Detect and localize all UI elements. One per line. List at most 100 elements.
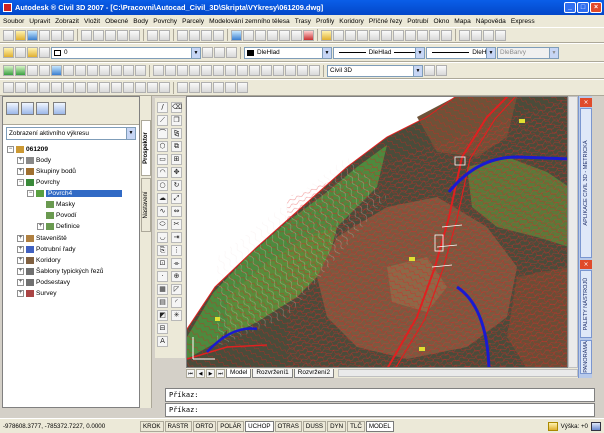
dim-edit-icon[interactable] [177, 82, 188, 93]
palette-preview-icon[interactable] [21, 102, 34, 115]
line-by-bearing-icon[interactable] [153, 65, 164, 76]
ordinate-icon[interactable] [39, 82, 50, 93]
toggle-duss[interactable]: DUSS [302, 420, 327, 432]
ellipse-arc-icon[interactable]: ◡ [157, 232, 168, 243]
layer-on-icon[interactable] [15, 47, 26, 58]
color-combo[interactable]: DleHlad ▼ [244, 46, 332, 59]
profile-view-icon[interactable] [75, 65, 86, 76]
break-icon[interactable]: ⌯ [171, 258, 182, 269]
menu-mapa[interactable]: Mapa [454, 18, 471, 25]
zoom-window-icon[interactable] [201, 29, 212, 41]
make-current-icon[interactable] [202, 47, 213, 58]
tree-item-koridory[interactable]: + Koridory [17, 255, 61, 265]
tab-rozvrzeni2[interactable]: Rozvržení2 [293, 368, 335, 378]
expand-icon[interactable]: + [17, 245, 24, 253]
insert-block-icon[interactable]: ⎘ [157, 245, 168, 256]
menu-koridory[interactable]: Koridory [339, 18, 364, 25]
stretch-icon[interactable]: ⇔ [171, 206, 182, 217]
sheet-set-icon[interactable] [267, 29, 278, 41]
chamfer-icon[interactable]: ◸ [171, 284, 182, 295]
minimize-button[interactable]: _ [564, 2, 576, 13]
tab-palety-nastroju[interactable]: PALETY NÁSTROJŮ [580, 270, 592, 338]
communication-center-icon[interactable] [547, 421, 558, 431]
layer-padlock-icon[interactable] [39, 47, 50, 58]
expand-icon[interactable]: + [17, 278, 24, 286]
menu-potrubi[interactable]: Potrubí [407, 18, 428, 25]
pipe-network-icon[interactable] [135, 65, 146, 76]
toggle-rastr[interactable]: RASTR [164, 420, 192, 432]
extend-icon[interactable]: ⇥ [171, 232, 182, 243]
erase-icon[interactable]: ⌫ [171, 102, 182, 113]
layer-isolate-icon[interactable] [357, 29, 368, 41]
menu-profily[interactable]: Profily [316, 18, 334, 25]
tab-rozvrzeni1[interactable]: Rozvržení1 [252, 368, 293, 378]
menu-pricne-rezy[interactable]: Příčné řezy [369, 18, 402, 25]
toggle-uchop[interactable]: UCHOP [245, 420, 274, 432]
table-style-icon[interactable] [483, 29, 494, 41]
tree-item-povrchy[interactable]: − Povrchy [17, 177, 60, 187]
grading-icon[interactable] [39, 65, 50, 76]
block-editor-icon[interactable] [129, 29, 140, 41]
polyline-icon[interactable]: ⌒ [157, 128, 168, 139]
linetype-combo[interactable]: DleHlad ▼ [333, 46, 425, 59]
layer-delete-icon[interactable] [441, 29, 452, 41]
station-offset-icon[interactable] [201, 65, 212, 76]
expand-icon[interactable]: + [37, 222, 44, 230]
tree-item-povrch4[interactable]: − Povrch4 [27, 188, 123, 198]
drawing-viewport[interactable] [186, 96, 568, 368]
tool-palettes-icon[interactable] [255, 29, 266, 41]
latitude-longitude-icon[interactable] [237, 65, 248, 76]
tree-item-potrubni-rady[interactable]: + Potrubní řady [17, 244, 76, 254]
corridor-icon[interactable] [87, 65, 98, 76]
surface-icon[interactable] [15, 65, 26, 76]
transparent-commands-icon[interactable] [189, 65, 200, 76]
explode-icon[interactable]: ✳ [171, 310, 182, 321]
ellipse-icon[interactable]: ⬭ [157, 219, 168, 230]
expand-icon[interactable]: + [17, 267, 24, 275]
side-shot-icon[interactable] [273, 65, 284, 76]
toggle-model[interactable]: MODEL [365, 420, 394, 432]
workspace-settings-icon[interactable] [424, 65, 435, 76]
vertical-scrollbar[interactable] [568, 96, 578, 368]
workspace-save-icon[interactable] [436, 65, 447, 76]
open-icon[interactable] [15, 29, 26, 41]
continue-icon[interactable] [123, 82, 134, 93]
status-tray-icon[interactable] [591, 421, 601, 431]
tree-item-survey[interactable]: + Survey [17, 288, 57, 298]
layer-state-icon[interactable] [345, 29, 356, 41]
toggle-otras[interactable]: OTRAS [274, 420, 302, 432]
workspace-combo[interactable]: Civil 3D ▼ [327, 64, 423, 77]
expand-icon[interactable]: + [17, 234, 24, 242]
close-button[interactable]: × [590, 2, 602, 13]
arc-length-icon[interactable] [27, 82, 38, 93]
layer-properties-icon[interactable] [3, 47, 14, 58]
menu-parcely[interactable]: Parcely [182, 18, 204, 25]
zoom-previous-icon[interactable] [213, 29, 224, 41]
expand-icon[interactable]: + [17, 167, 24, 175]
pan-icon[interactable] [177, 29, 188, 41]
layer-combo[interactable]: 0 ▼ [51, 46, 201, 59]
diameter-icon[interactable] [75, 82, 86, 93]
hatch-icon[interactable]: ▦ [157, 284, 168, 295]
tree-item-sablony[interactable]: + Šablony typických řezů [17, 266, 103, 276]
palette-view-icon[interactable] [6, 102, 19, 115]
print-icon[interactable] [39, 29, 50, 41]
tree-item-body[interactable]: + Body [17, 155, 51, 165]
zoom-realtime-icon[interactable] [189, 29, 200, 41]
toggle-orto[interactable]: ORTO [192, 420, 217, 432]
layer-merge-icon[interactable] [429, 29, 440, 41]
tree-root[interactable]: − 061209 [7, 144, 48, 154]
menu-trasy[interactable]: Trasy [295, 18, 311, 25]
tab-aplikace-civil3d[interactable]: APLIKACE CIVIL 3D - METRICKÁ [580, 108, 592, 258]
last-tab-button[interactable]: ⏭ [216, 368, 225, 378]
layer-walk-icon[interactable] [417, 29, 428, 41]
menu-modelovani[interactable]: Modelování zemního tělesa [209, 18, 290, 25]
layer-match-icon[interactable] [405, 29, 416, 41]
assembly-icon[interactable] [99, 65, 110, 76]
redo-icon[interactable] [159, 29, 170, 41]
quick-dim-icon[interactable] [99, 82, 110, 93]
properties-icon[interactable] [231, 29, 242, 41]
menu-vlozit[interactable]: Vložit [84, 18, 100, 25]
layer-previous-icon[interactable] [333, 29, 344, 41]
palette-close-icon[interactable]: × [580, 98, 592, 107]
